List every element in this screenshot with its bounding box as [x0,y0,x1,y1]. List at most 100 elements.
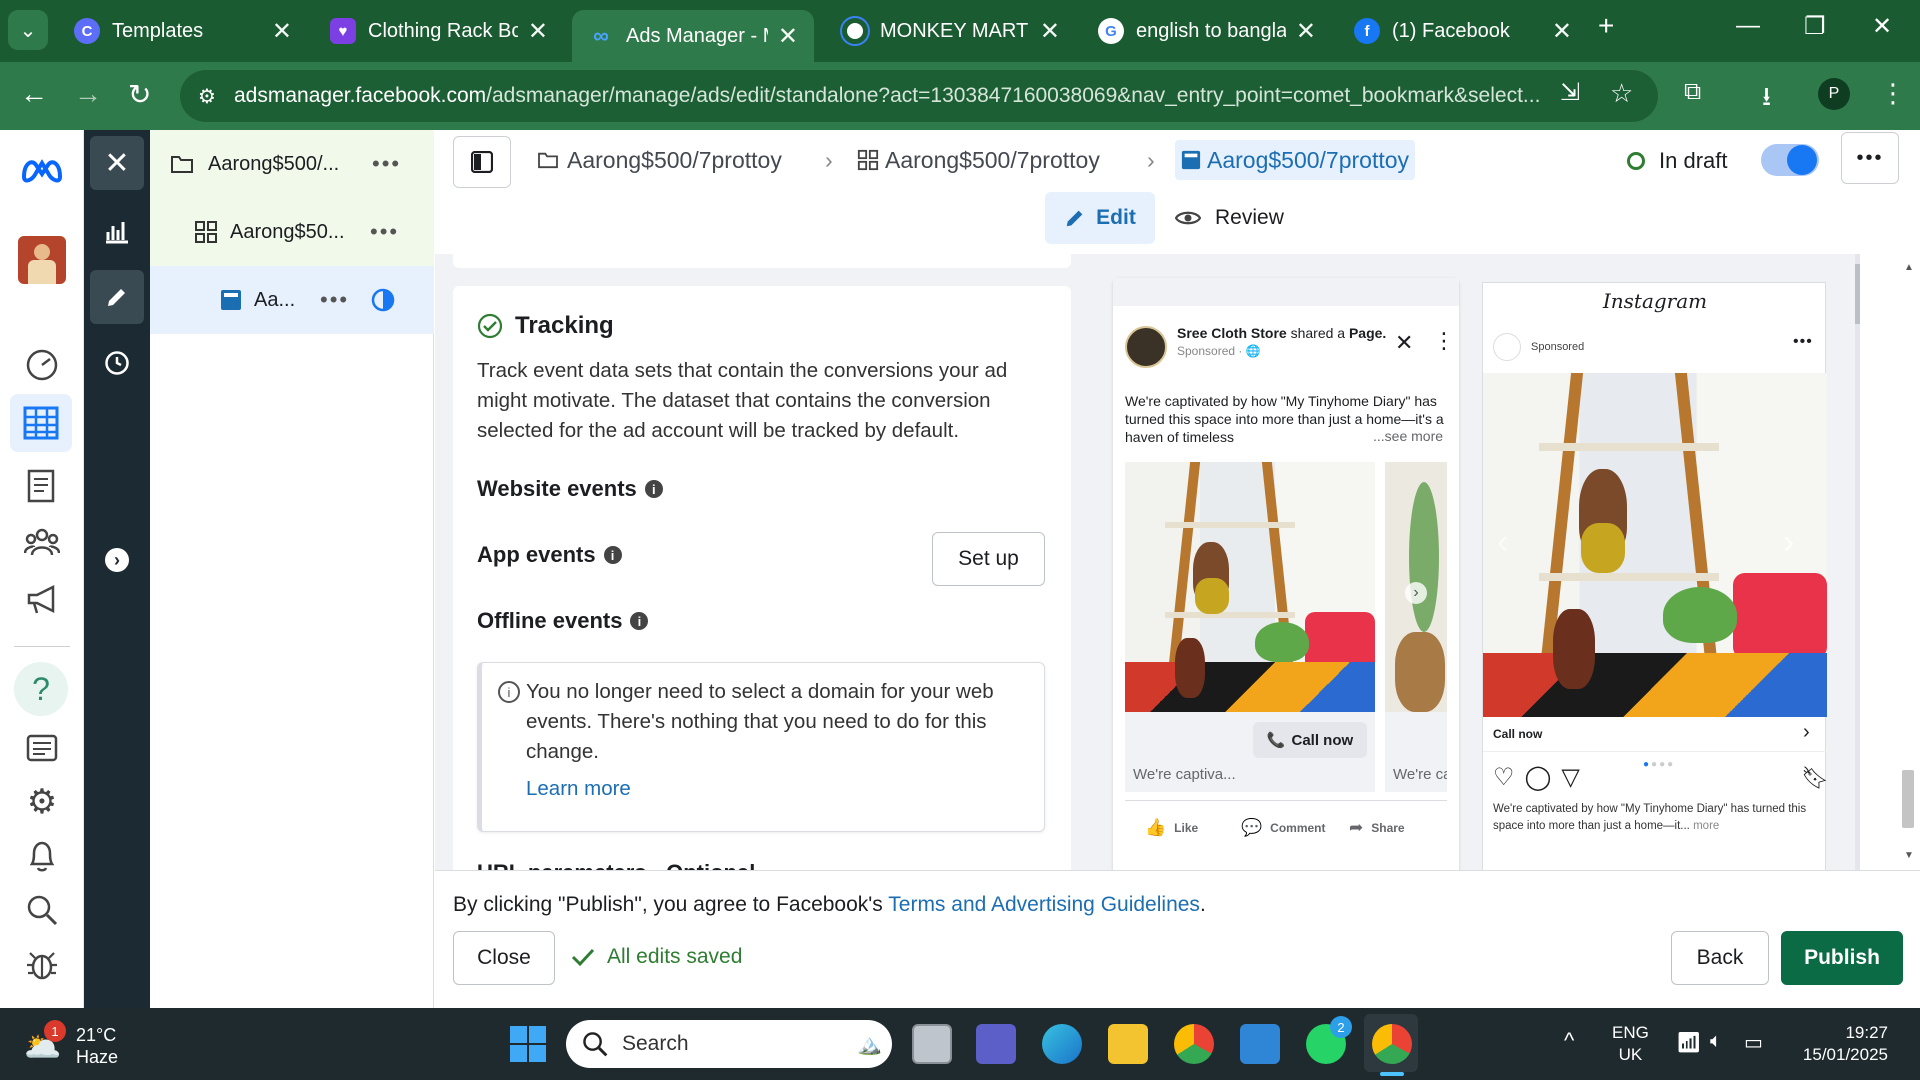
search-icon[interactable] [22,890,62,930]
minimize-icon[interactable]: — [1736,12,1760,40]
reports-icon[interactable] [22,466,62,506]
address-bar[interactable]: ⚙ adsmanager.facebook.com/adsmanager/man… [180,70,1658,122]
close-editor-icon[interactable]: ✕ [90,136,144,190]
close-tab-icon[interactable]: ✕ [1552,17,1572,46]
scroll-up-icon[interactable]: ▲ [1904,262,1914,273]
breadcrumb-adset[interactable]: Aarong$500/7prottoy [857,140,1100,180]
bar-chart-icon[interactable] [104,218,130,244]
more-options-icon[interactable]: ••• [370,219,399,245]
half-circle-status-icon [371,288,395,312]
publish-button[interactable]: Publish [1781,931,1903,985]
share-arrow-icon: ➦ [1349,818,1364,837]
tab-google-translate[interactable]: G english to bangla - ✕ [1082,10,1332,52]
audiences-icon[interactable] [22,522,62,562]
close-tab-icon[interactable]: ✕ [528,17,548,46]
account-avatar[interactable] [18,236,66,284]
teams-icon[interactable] [976,1024,1016,1064]
app-events-label: App events [477,542,596,567]
megaphone-icon[interactable] [22,580,62,620]
editor-form-panel: Tracking Track event data sets that cont… [435,254,1095,870]
help-icon[interactable]: ? [14,662,68,716]
task-view-icon[interactable] [912,1024,952,1064]
tab-monkey-mart[interactable]: MONKEY MART - F ✕ [826,10,1076,52]
info-icon[interactable]: i [603,546,622,564]
toggle-panel-button[interactable] [453,136,511,188]
battery-icon[interactable]: ▭ [1744,1030,1763,1055]
close-tab-icon[interactable]: ✕ [778,22,798,51]
chrome-profile-icon[interactable] [1372,1024,1412,1064]
info-icon[interactable]: i [644,480,663,498]
review-mode-tab[interactable]: Review [1175,192,1284,244]
tracking-header: Tracking [477,312,614,340]
ad-preview-panel: Sree Cloth Store shared a Page. Sponsore… [1095,254,1860,870]
restore-icon[interactable]: ❐ [1804,12,1826,41]
extensions-icon[interactable]: ⧉ [1684,78,1701,106]
tray-chevron-icon[interactable]: ^ [1564,1028,1574,1054]
weather-widget[interactable]: 21°C Haze [76,1024,118,1068]
profile-avatar[interactable]: P [1818,78,1850,110]
browser-menu-icon[interactable]: ⋮ [1880,78,1906,109]
tab-templates[interactable]: C Templates ✕ [58,10,308,52]
page-scrollbar[interactable]: ▲ ▼ [1898,254,1920,870]
wifi-icon[interactable]: 📶︎ [1676,1030,1701,1055]
settings-gear-icon[interactable]: ⚙ [22,782,62,822]
preview-scroll-thumb[interactable] [1855,264,1860,324]
breadcrumb-label: Aarong$500/7prottoy [567,146,782,173]
taskbar-search-box[interactable]: Search 🏔️ [566,1020,892,1068]
windows-start-icon[interactable] [508,1024,548,1064]
tab-ads-manager[interactable]: ∞ Ads Manager - Ma ✕ [572,10,814,62]
learn-more-link[interactable]: Learn more [526,777,631,801]
news-icon[interactable] [22,728,62,768]
setup-app-events-button[interactable]: Set up [932,532,1045,586]
install-app-icon[interactable]: ⇲ [1560,78,1580,107]
reload-icon[interactable]: ↻ [128,78,151,111]
chrome-icon[interactable] [1174,1024,1214,1064]
bookmark-star-icon[interactable]: ☆ [1610,78,1633,109]
more-actions-button[interactable]: ••• [1841,132,1899,184]
vscode-icon[interactable] [1240,1024,1280,1064]
dashboard-icon[interactable] [22,345,62,385]
edge-icon[interactable] [1042,1024,1082,1064]
breadcrumb-campaign[interactable]: Aarong$500/7prottoy [537,140,782,180]
back-button[interactable]: Back [1671,931,1769,985]
download-icon[interactable]: ⭳ [1762,78,1771,122]
more-options-icon[interactable]: ••• [320,287,349,313]
tab-clothing-rack[interactable]: ♥ Clothing Rack Bou ✕ [314,10,564,52]
bug-report-icon[interactable] [22,944,62,984]
clock-time: 19:27 [1845,1023,1888,1042]
close-tab-icon[interactable]: ✕ [272,17,292,46]
terms-link[interactable]: Terms and Advertising Guidelines [888,893,1200,916]
ad-toggle[interactable] [1761,144,1819,176]
info-icon[interactable]: i [630,612,649,630]
close-tab-icon[interactable]: ✕ [1040,17,1060,46]
comment-action: 💬 Comment [1241,818,1326,838]
tree-item-adset[interactable]: Aarong$50... ••• [150,198,434,266]
meta-logo-icon[interactable] [20,150,64,190]
history-clock-icon[interactable] [104,350,130,376]
file-explorer-icon[interactable] [1108,1024,1148,1064]
breadcrumb-ad[interactable]: Aarog$500/7prottoy [1175,140,1416,180]
more-options-icon[interactable]: ••• [372,151,401,177]
forward-arrow-icon[interactable]: → [74,78,102,110]
campaigns-nav-item[interactable] [10,394,72,452]
new-tab-icon[interactable]: + [1598,10,1614,42]
preview-scrollbar[interactable] [1855,254,1860,870]
scroll-down-icon[interactable]: ▼ [1904,850,1914,861]
back-arrow-icon[interactable]: ← [20,78,48,110]
edit-mode-tab[interactable]: Edit [1045,192,1155,244]
tab-facebook[interactable]: f (1) Facebook ✕ [1338,10,1588,52]
expand-chevron-icon[interactable]: › [105,548,129,572]
page-scroll-thumb[interactable] [1902,770,1914,828]
close-button[interactable]: Close [453,931,555,985]
close-tab-icon[interactable]: ✕ [1296,17,1316,46]
site-info-icon[interactable]: ⚙ [198,84,216,109]
volume-icon[interactable]: 🔈︎ [1710,1030,1722,1053]
clock[interactable]: 19:27 15/01/2025 [1794,1022,1888,1066]
language-indicator[interactable]: ENG UK [1612,1022,1649,1066]
close-window-icon[interactable]: ✕ [1872,12,1892,41]
edit-pencil-icon[interactable] [90,270,144,324]
tree-item-ad[interactable]: Aa... ••• [150,266,434,334]
tab-search-button[interactable]: ⌄ [8,10,48,50]
tree-item-campaign[interactable]: Aarong$500/... ••• [150,130,434,198]
notifications-bell-icon[interactable] [22,836,62,876]
